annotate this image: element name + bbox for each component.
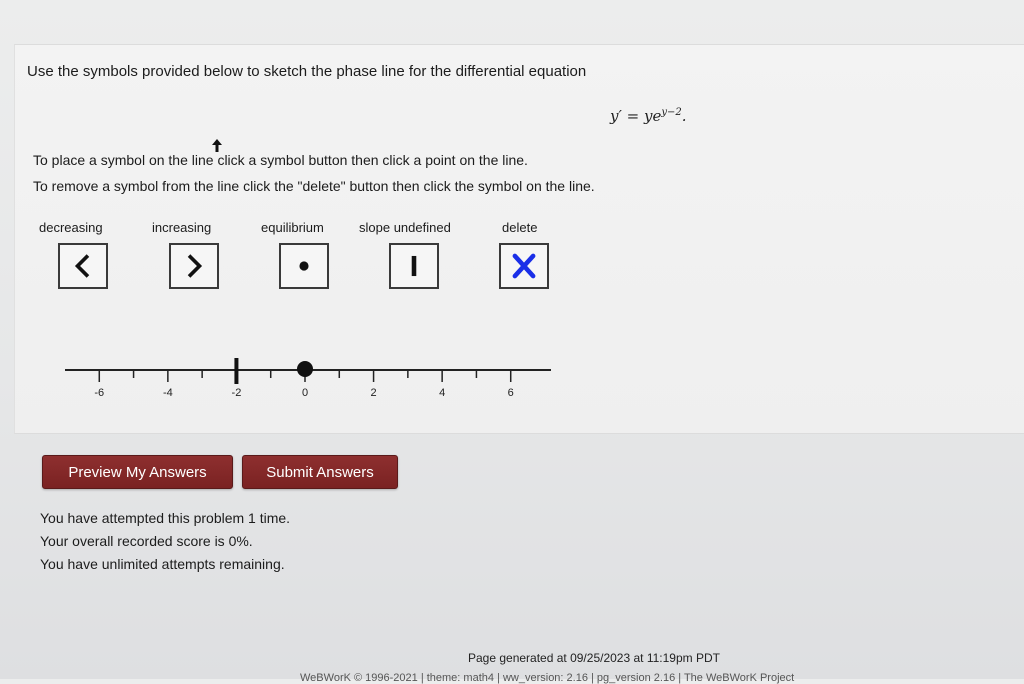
attempts-remaining-status: You have unlimited attempts remaining.: [40, 556, 285, 572]
page-generated-footer: Page generated at 09/25/2023 at 11:19pm …: [468, 651, 720, 665]
tick-label: 2: [371, 387, 377, 399]
chevron-left-icon: [74, 254, 90, 278]
score-status: Your overall recorded score is 0%.: [40, 533, 253, 549]
tick-label: -2: [232, 387, 242, 399]
equation-end: .: [681, 107, 687, 125]
phase-line[interactable]: -6 -4 -2 0 2 4 6: [55, 350, 555, 402]
tick-label: -4: [163, 387, 173, 399]
differential-equation: y′ = yey−2.: [610, 107, 687, 125]
problem-intro: Use the symbols provided below to sketch…: [27, 63, 587, 80]
slope-undefined-button[interactable]: [389, 243, 439, 289]
instruction-remove: To remove a symbol from the line click t…: [33, 178, 595, 194]
label-equilibrium: equilibrium: [261, 220, 324, 235]
delete-button[interactable]: [499, 243, 549, 289]
attempts-status: You have attempted this problem 1 time.: [40, 510, 291, 526]
delete-x-icon: [512, 253, 536, 279]
placed-equilibrium-symbol: [297, 361, 313, 377]
equilibrium-button[interactable]: [279, 243, 329, 289]
equation-lhs: y′ = ye: [610, 107, 662, 125]
label-increasing: increasing: [152, 220, 212, 235]
placed-slope-undefined-symbol: [234, 358, 239, 384]
preview-answers-button[interactable]: Preview My Answers: [42, 455, 233, 489]
label-delete: delete: [502, 220, 538, 235]
tick-label: 6: [508, 387, 514, 399]
submit-answers-button[interactable]: Submit Answers: [242, 455, 398, 489]
label-slope-undefined: slope undefined: [359, 220, 451, 235]
mouse-pointer-icon: [212, 139, 222, 152]
tick-label: 4: [439, 387, 445, 399]
increasing-button[interactable]: [169, 243, 219, 289]
instruction-place: To place a symbol on the line click a sy…: [33, 152, 528, 168]
decreasing-button[interactable]: [58, 243, 108, 289]
problem-panel: Use the symbols provided below to sketch…: [14, 44, 1024, 434]
tick-label: 0: [302, 387, 308, 399]
dot-icon: [299, 261, 309, 271]
chevron-right-icon: [187, 254, 203, 278]
tick-label: -6: [94, 387, 104, 399]
copyright-footer: WeBWorK © 1996-2021 | theme: math4 | ww_…: [300, 672, 795, 684]
vertical-bar-icon: [411, 255, 417, 277]
equation-exponent: y−2: [661, 107, 682, 118]
label-decreasing: decreasing: [39, 220, 103, 235]
